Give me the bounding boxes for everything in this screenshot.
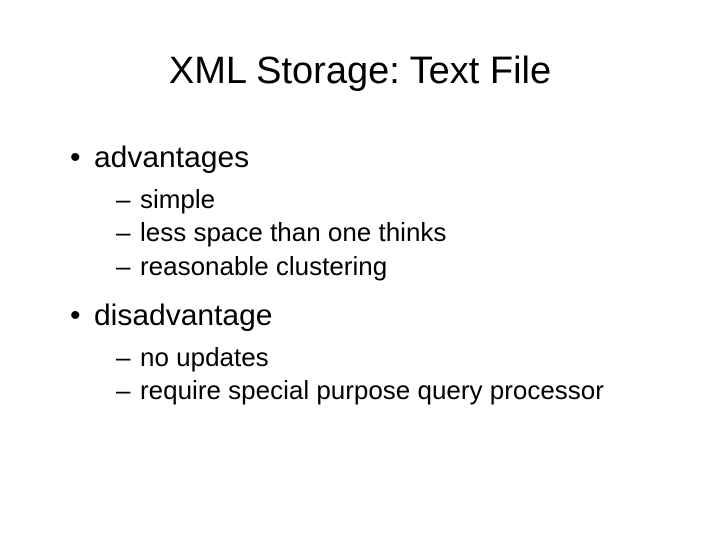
bullet-item: simple <box>70 183 650 216</box>
bullet-item: less space than one thinks <box>70 216 650 249</box>
bullet-item: require special purpose query processor <box>70 374 650 407</box>
bullet-item: reasonable clustering <box>70 250 650 283</box>
bullet-heading: advantages <box>70 141 650 175</box>
bullet-item: no updates <box>70 341 650 374</box>
section-disadvantage: disadvantage no updates require special … <box>70 299 650 408</box>
section-advantages: advantages simple less space than one th… <box>70 141 650 283</box>
bullet-heading: disadvantage <box>70 299 650 333</box>
slide-title: XML Storage: Text File <box>70 50 650 93</box>
